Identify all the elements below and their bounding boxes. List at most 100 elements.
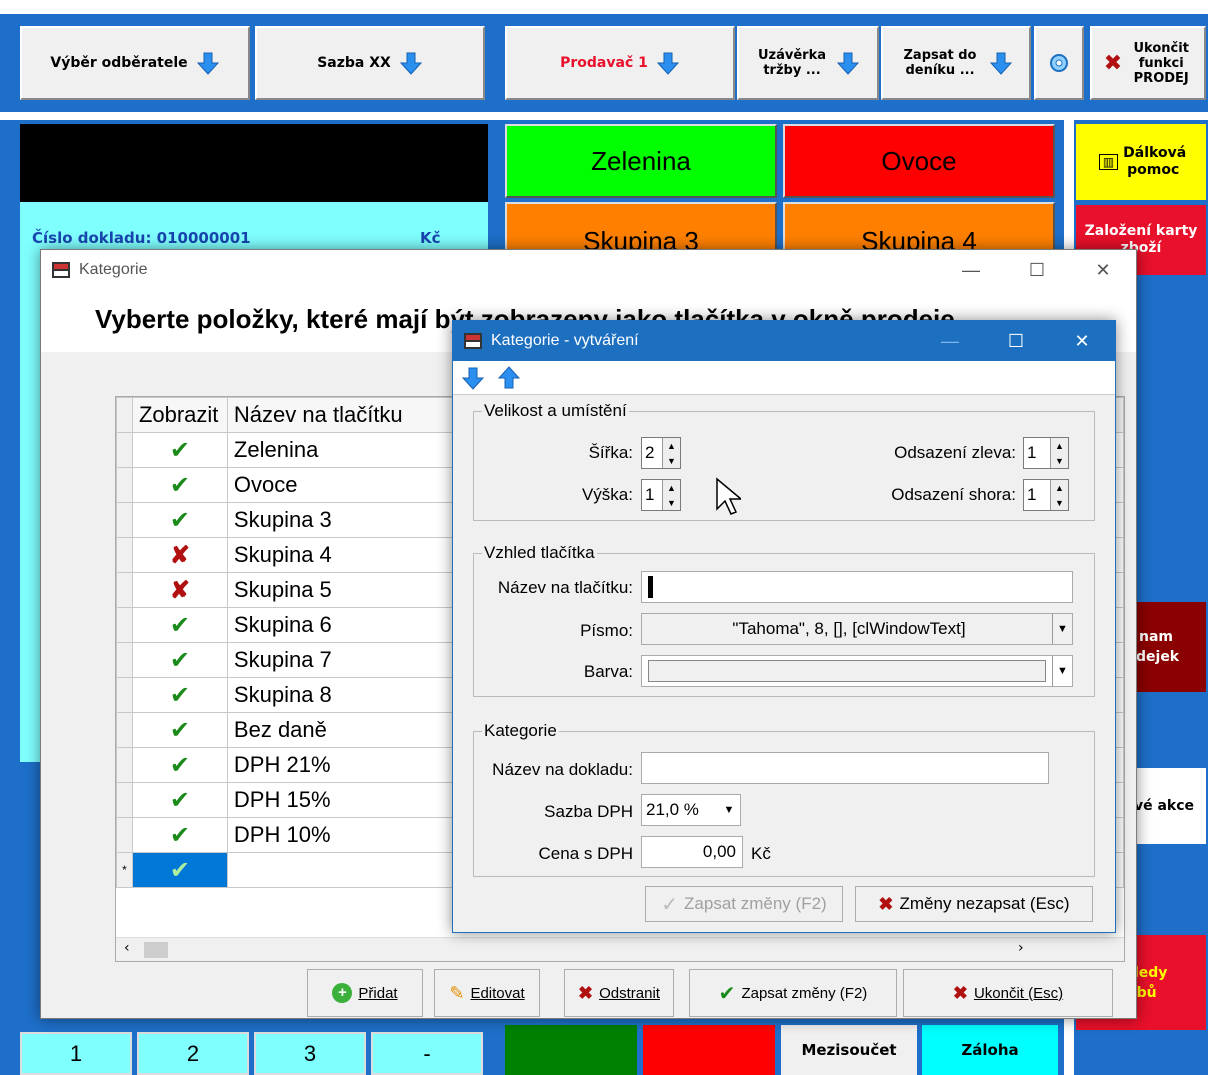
close-icon: ✖ <box>1103 50 1123 76</box>
scroll-right-icon[interactable]: › <box>1018 940 1024 956</box>
delete-button[interactable]: ✖ Odstranit <box>564 969 674 1017</box>
save-changes-button[interactable]: ✔ Zapsat změny (F2) <box>689 969 897 1017</box>
discard-changes-button[interactable]: ✖ Změny nezapsat (Esc) <box>855 886 1093 922</box>
spin-down-icon[interactable]: ▼ <box>663 495 680 510</box>
offset-top-spinner[interactable]: 1 ▲ ▼ <box>1023 479 1069 511</box>
check-icon[interactable]: ✔ <box>131 677 228 713</box>
row-indicator[interactable] <box>116 467 133 503</box>
cross-icon[interactable]: ✘ <box>131 537 228 573</box>
spin-down-icon[interactable]: ▼ <box>663 453 680 468</box>
width-spinner[interactable]: 2 ▲ ▼ <box>641 437 681 469</box>
numkey-label: 2 <box>186 1040 200 1066</box>
row-indicator[interactable] <box>116 712 133 748</box>
row-indicator[interactable] <box>116 782 133 818</box>
category-label: Ovoce <box>881 145 957 176</box>
font-label: Písmo: <box>580 621 633 640</box>
scroll-thumb[interactable] <box>144 942 168 958</box>
red-action-button[interactable] <box>643 1025 775 1075</box>
check-icon[interactable]: ✔ <box>131 467 228 503</box>
row-indicator[interactable] <box>116 642 133 678</box>
row-indicator[interactable] <box>116 677 133 713</box>
numkey-1[interactable]: 1 <box>20 1032 132 1075</box>
seller-label: Prodavač 1 <box>560 55 648 71</box>
arrow-up-icon[interactable] <box>497 366 521 390</box>
green-action-button[interactable] <box>505 1025 637 1075</box>
spin-up-icon[interactable]: ▲ <box>663 480 680 495</box>
check-icon[interactable]: ✔ <box>131 747 228 783</box>
spin-up-icon[interactable]: ▲ <box>1051 480 1068 495</box>
spin-down-icon[interactable]: ▼ <box>1051 453 1068 468</box>
check-icon[interactable]: ✔ <box>131 607 228 643</box>
seller-select-button[interactable]: Prodavač 1 <box>505 26 735 100</box>
dropdown-arrow-icon[interactable]: ▼ <box>718 795 740 825</box>
check-icon[interactable]: ✔ <box>131 642 228 678</box>
settings-button[interactable] <box>1034 26 1084 100</box>
row-indicator[interactable] <box>116 607 133 643</box>
price-input[interactable]: 0,00 <box>641 836 743 868</box>
dropdown-arrow-icon[interactable]: ▼ <box>1052 656 1072 686</box>
save-changes-disabled-button[interactable]: ✓ Zapsat změny (F2) <box>645 886 843 922</box>
arrow-down-icon[interactable] <box>461 366 485 390</box>
actions-label: vé akce <box>1133 798 1194 814</box>
customer-select-button[interactable]: Výběr odběratele <box>20 26 250 100</box>
exit-sale-button[interactable]: ✖ Ukončit funkci PRODEJ <box>1090 26 1206 100</box>
doc-name-input[interactable] <box>641 752 1049 784</box>
close-button[interactable]: ✕ <box>1049 321 1115 361</box>
edit-button[interactable]: ✎ Editovat <box>434 969 540 1017</box>
maximize-button[interactable]: ☐ <box>1004 250 1070 290</box>
spin-down-icon[interactable]: ▼ <box>1051 495 1068 510</box>
minimize-button[interactable]: — <box>917 321 983 361</box>
check-icon[interactable]: ✔ <box>131 782 228 818</box>
offset-top-label: Odsazení shora: <box>891 485 1016 504</box>
numkey-minus[interactable]: - <box>371 1032 483 1075</box>
cross-icon[interactable]: ✘ <box>131 572 228 608</box>
column-header-show[interactable]: Zobrazit <box>131 397 228 433</box>
plus-icon: + <box>332 983 353 1003</box>
color-swatch <box>648 660 1046 682</box>
subtotal-label: Mezisoučet <box>801 1041 897 1059</box>
add-button[interactable]: + Přidat <box>307 969 423 1017</box>
close-icon: ✖ <box>878 893 894 914</box>
offset-left-value: 1 <box>1027 443 1037 462</box>
subtotal-button[interactable]: Mezisoučet <box>781 1025 917 1075</box>
category-button-ovoce[interactable]: Ovoce <box>783 124 1055 198</box>
numkey-3[interactable]: 3 <box>254 1032 366 1075</box>
offset-left-spinner[interactable]: 1 ▲ ▼ <box>1023 437 1069 469</box>
vat-rate-select[interactable]: 21,0 % ▼ <box>641 794 741 826</box>
numkey-2[interactable]: 2 <box>137 1032 249 1075</box>
check-icon[interactable]: ✔ <box>131 852 228 888</box>
row-indicator[interactable] <box>116 432 133 468</box>
create-titlebar[interactable]: Kategorie - vytváření — ☐ ✕ <box>453 321 1115 361</box>
check-icon[interactable]: ✔ <box>131 712 228 748</box>
button-name-input[interactable] <box>641 571 1073 603</box>
kategorie-titlebar[interactable]: Kategorie — ☐ ✕ <box>41 250 1136 290</box>
discard-changes-label: Změny nezapsat (Esc) <box>899 894 1070 913</box>
minimize-button[interactable]: — <box>938 250 1004 290</box>
row-indicator[interactable] <box>116 537 133 573</box>
spin-up-icon[interactable]: ▲ <box>1051 438 1068 453</box>
color-select[interactable]: ▼ <box>641 655 1073 687</box>
spin-up-icon[interactable]: ▲ <box>663 438 680 453</box>
row-indicator[interactable] <box>116 817 133 853</box>
height-spinner[interactable]: 1 ▲ ▼ <box>641 479 681 511</box>
horizontal-scrollbar[interactable]: ‹ › <box>116 937 1124 961</box>
scroll-left-icon[interactable]: ‹ <box>124 940 130 956</box>
rate-select-button[interactable]: Sazba XX <box>255 26 485 100</box>
check-icon[interactable]: ✔ <box>131 817 228 853</box>
customer-label: Výběr odběratele <box>50 55 188 71</box>
dropdown-arrow-icon[interactable]: ▼ <box>1052 614 1072 644</box>
row-indicator[interactable] <box>116 747 133 783</box>
journal-button[interactable]: Zapsat do deníku ... <box>881 26 1031 100</box>
row-indicator[interactable] <box>116 572 133 608</box>
check-icon[interactable]: ✔ <box>131 432 228 468</box>
row-indicator[interactable] <box>116 502 133 538</box>
deposit-button[interactable]: Záloha <box>922 1025 1058 1075</box>
close-esc-button[interactable]: ✖ Ukončit (Esc) <box>903 969 1113 1017</box>
font-select[interactable]: "Tahoma", 8, [], [clWindowText] ▼ <box>641 613 1073 645</box>
closing-button[interactable]: Uzávěrka tržby ... <box>737 26 879 100</box>
close-button[interactable]: ✕ <box>1070 250 1136 290</box>
check-icon[interactable]: ✔ <box>131 502 228 538</box>
maximize-button[interactable]: ☐ <box>983 321 1049 361</box>
category-button-zelenina[interactable]: Zelenina <box>505 124 777 198</box>
remote-help-button[interactable]: ▥ Dálková pomoc <box>1076 124 1206 200</box>
